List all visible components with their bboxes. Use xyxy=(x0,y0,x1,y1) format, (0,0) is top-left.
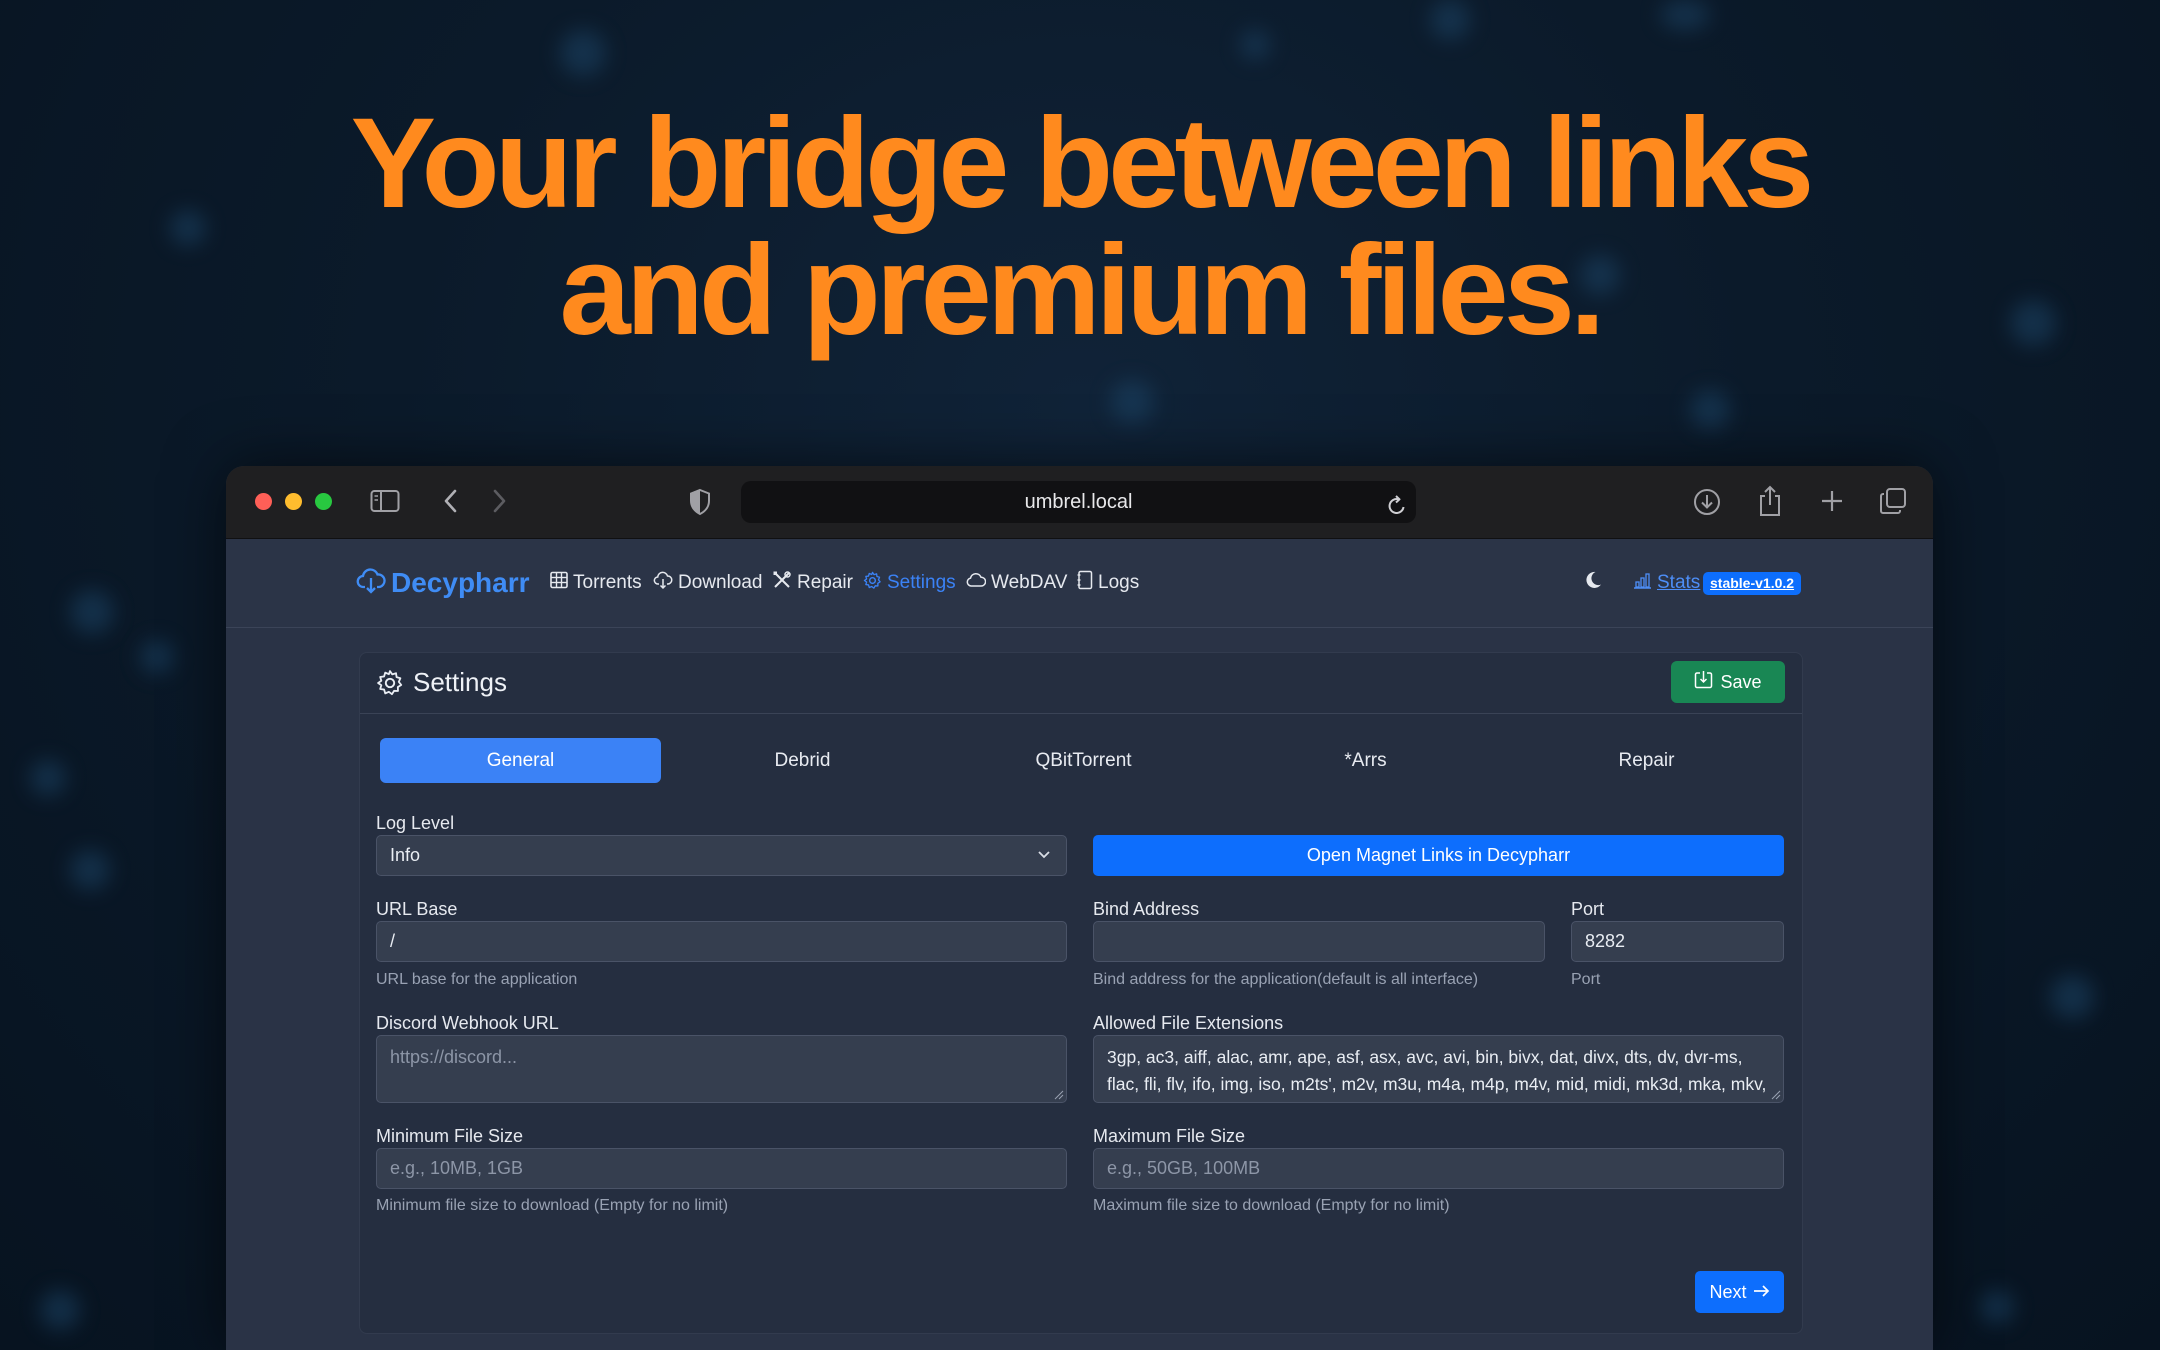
nav-item-label: Torrents xyxy=(573,572,642,593)
next-label: Next xyxy=(1709,1281,1747,1302)
new-tab-icon[interactable] xyxy=(1819,488,1845,519)
page-title: Settings xyxy=(413,667,507,697)
port-help: Port xyxy=(1571,971,1601,988)
app-navbar: Decypharr Torrents Download Repair Setti… xyxy=(226,539,1933,628)
theme-toggle[interactable] xyxy=(1583,539,1603,627)
version-badge[interactable]: stable-v1.0.2 xyxy=(1703,572,1802,595)
nav-item-label: Download xyxy=(678,572,763,593)
minimize-window-button[interactable] xyxy=(285,493,302,510)
moon-icon xyxy=(1583,570,1603,596)
bind-address-label: Bind Address xyxy=(1093,899,1200,919)
settings-card-header: Settings Save xyxy=(360,653,1802,714)
tab-qbittorrent[interactable]: QBitTorrent xyxy=(943,738,1224,783)
discord-webhook-label: Discord Webhook URL xyxy=(376,1013,559,1033)
max-file-size-input[interactable]: e.g., 50GB, 100MB xyxy=(1093,1148,1784,1189)
nav-item-repair[interactable]: Repair xyxy=(772,539,853,627)
zoom-window-button[interactable] xyxy=(315,493,332,510)
tab-general[interactable]: General xyxy=(380,738,661,783)
reload-icon[interactable] xyxy=(1386,490,1408,532)
bind-address-input[interactable] xyxy=(1093,921,1545,962)
arrow-right-icon xyxy=(1753,1282,1770,1303)
nav-item-label: WebDAV xyxy=(991,572,1068,593)
table-icon xyxy=(550,571,568,595)
nav-item-label: Repair xyxy=(797,572,853,593)
url-base-help: URL base for the application xyxy=(376,971,578,988)
save-icon xyxy=(1694,670,1713,694)
cloud-download-logo-icon xyxy=(356,565,386,601)
tab-repair[interactable]: Repair xyxy=(1506,738,1787,783)
min-file-size-label: Minimum File Size xyxy=(376,1126,524,1146)
browser-toolbar: umbrel.local xyxy=(226,466,1933,539)
url-base-label: URL Base xyxy=(376,899,458,919)
max-file-size-label: Maximum File Size xyxy=(1093,1126,1246,1146)
gear-icon xyxy=(863,571,882,596)
close-window-button[interactable] xyxy=(255,493,272,510)
settings-card: Settings Save General Debrid QBitTorrent… xyxy=(359,652,1803,1334)
tab-debrid[interactable]: Debrid xyxy=(662,738,943,783)
nav-item-label: Settings xyxy=(887,572,956,593)
nav-item-torrents[interactable]: Torrents xyxy=(550,539,642,627)
resize-handle-icon[interactable] xyxy=(1054,1090,1064,1100)
tools-icon xyxy=(772,570,792,596)
nav-item-webdav[interactable]: WebDAV xyxy=(966,539,1067,627)
address-bar-text: umbrel.local xyxy=(1024,491,1133,513)
cloud-download-icon xyxy=(653,570,673,596)
stats-link[interactable]: Stats xyxy=(1633,539,1700,627)
nav-item-logs[interactable]: Logs xyxy=(1077,539,1139,627)
nav-item-label: Logs xyxy=(1098,572,1140,593)
hero-headline: Your bridge between links and premium fi… xyxy=(0,92,2160,362)
privacy-shield-icon[interactable] xyxy=(688,488,712,521)
brand-name: Decypharr xyxy=(391,567,530,598)
url-base-input[interactable]: / xyxy=(376,921,1067,962)
allowed-extensions-textarea[interactable]: 3gp, ac3, aiff, alac, amr, ape, asf, asx… xyxy=(1093,1035,1784,1103)
bind-address-help: Bind address for the application(default… xyxy=(1093,971,1479,988)
save-label: Save xyxy=(1720,671,1762,692)
brand-link[interactable]: Decypharr xyxy=(356,539,530,627)
stats-label: Stats xyxy=(1657,572,1701,593)
log-level-label: Log Level xyxy=(376,813,455,833)
share-icon[interactable] xyxy=(1756,484,1784,523)
forward-icon[interactable] xyxy=(489,488,509,519)
chevron-down-icon xyxy=(1036,836,1052,875)
cloud-icon xyxy=(966,572,987,594)
min-file-size-input[interactable]: e.g., 10MB, 1GB xyxy=(376,1148,1067,1189)
discord-webhook-textarea[interactable]: https://discord... xyxy=(376,1035,1067,1103)
next-button[interactable]: Next xyxy=(1695,1271,1784,1313)
browser-window: umbrel.local Decypharr Torrents Download… xyxy=(226,466,1933,1350)
journal-icon xyxy=(1077,570,1093,596)
max-file-size-help: Maximum file size to download (Empty for… xyxy=(1093,1197,1450,1214)
save-button[interactable]: Save xyxy=(1671,661,1785,703)
allowed-extensions-label: Allowed File Extensions xyxy=(1093,1013,1284,1033)
bar-chart-icon xyxy=(1633,572,1652,595)
hero-line-1: Your bridge between links xyxy=(350,92,1815,235)
tab-arrs[interactable]: *Arrs xyxy=(1225,738,1506,783)
download-icon[interactable] xyxy=(1692,487,1722,522)
log-level-select[interactable]: Info xyxy=(376,835,1067,876)
nav-item-settings[interactable]: Settings xyxy=(863,539,956,627)
discord-webhook-placeholder: https://discord... xyxy=(390,1047,518,1067)
resize-handle-icon[interactable] xyxy=(1771,1090,1781,1100)
back-icon[interactable] xyxy=(441,488,461,519)
tabs-overview-icon[interactable] xyxy=(1878,486,1908,521)
port-label: Port xyxy=(1571,899,1605,919)
min-file-size-help: Minimum file size to download (Empty for… xyxy=(376,1197,729,1214)
allowed-extensions-value: 3gp, ac3, aiff, alac, amr, ape, asf, asx… xyxy=(1107,1047,1767,1094)
log-level-value: Info xyxy=(390,845,421,865)
open-magnet-links-button[interactable]: Open Magnet Links in Decypharr xyxy=(1093,835,1784,876)
gear-icon xyxy=(376,669,404,702)
nav-item-download[interactable]: Download xyxy=(653,539,763,627)
sidebar-icon[interactable] xyxy=(370,489,400,518)
port-input[interactable]: 8282 xyxy=(1571,921,1784,962)
hero-line-2: and premium files. xyxy=(559,219,1606,362)
address-bar[interactable]: umbrel.local xyxy=(741,481,1416,523)
